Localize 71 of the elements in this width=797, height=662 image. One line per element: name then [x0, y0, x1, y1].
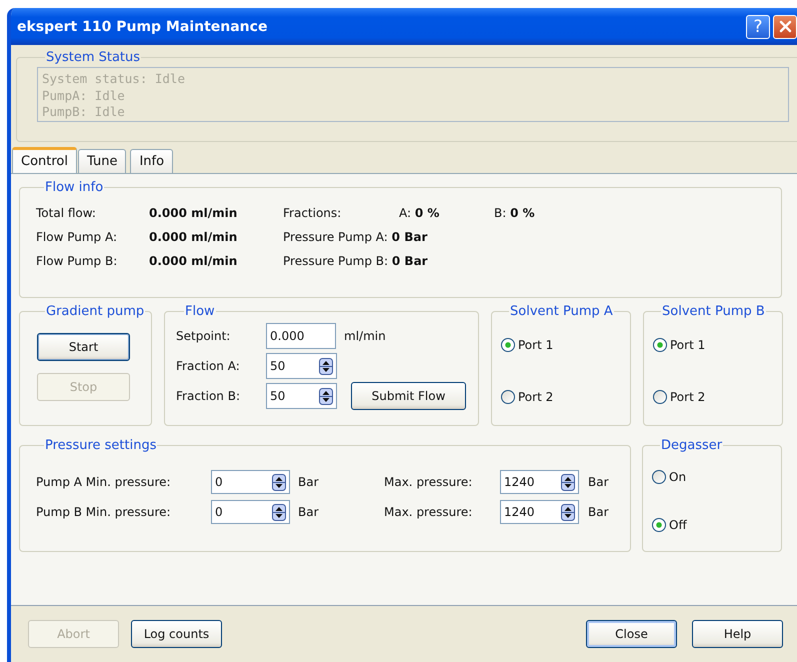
spinner-icon[interactable]	[272, 504, 286, 520]
unit-label: Bar	[588, 505, 609, 519]
field-label: Max. pressure:	[384, 505, 474, 519]
unit-label: ml/min	[344, 329, 386, 343]
group-title: System Status	[45, 50, 142, 65]
info-text: Pressure Pump B: 0 Bar	[283, 254, 428, 268]
radio-button[interactable]	[501, 338, 515, 352]
submit-button[interactable]: Submit Flow	[351, 382, 466, 410]
radio-button[interactable]	[501, 390, 515, 404]
radio-option[interactable]: Port 2	[501, 387, 630, 407]
unit-label: Bar	[588, 475, 609, 489]
group-title: Pressure settings	[44, 438, 158, 453]
info-text: Pressure Pump A: 0 Bar	[283, 230, 428, 244]
field-value: 0.000 ml/min	[149, 254, 238, 268]
spinner-icon[interactable]	[272, 474, 286, 490]
info-text: Fractions:	[283, 206, 342, 220]
dialog-button[interactable]: Help	[692, 620, 783, 648]
close-icon	[778, 20, 792, 33]
field-label: Setpoint:	[176, 329, 232, 343]
pump-button[interactable]: Start	[37, 333, 130, 361]
spinner-icon[interactable]	[319, 358, 333, 374]
close-button[interactable]	[773, 14, 797, 38]
field-value: 0.000 ml/min	[149, 206, 238, 220]
field-label: Pump A Min. pressure:	[36, 475, 172, 489]
unit-label: Bar	[298, 505, 320, 519]
field-label: Flow Pump A:	[36, 230, 118, 244]
spin-field[interactable]: 50	[266, 353, 337, 379]
group-title: Flow info	[44, 180, 104, 195]
radio-option[interactable]: Port 2	[653, 387, 782, 407]
radio-button[interactable]	[652, 470, 666, 484]
radio-option[interactable]: Port 1	[501, 335, 630, 355]
radio-button[interactable]	[653, 338, 667, 352]
radio-option[interactable]: Port 1	[653, 335, 782, 355]
radio-option[interactable]: Off	[652, 515, 781, 535]
info-text: B: 0 %	[494, 206, 535, 220]
field-label: Fraction A:	[176, 359, 241, 373]
radio-button[interactable]	[653, 390, 667, 404]
spinner-icon[interactable]	[561, 504, 575, 520]
group-title: Solvent Pump B	[661, 304, 766, 319]
status-line: PumpA: Idle	[42, 88, 126, 104]
radio-button[interactable]	[652, 518, 666, 532]
spin-field[interactable]: 1240	[500, 500, 579, 524]
radio-option[interactable]: On	[652, 467, 781, 487]
tab[interactable]: Info	[130, 149, 174, 173]
group-title: Solvent Pump A	[509, 304, 614, 319]
status-line: PumpB: Idle	[42, 104, 126, 120]
spin-field[interactable]: 50	[266, 383, 337, 409]
group-title: Degasser	[660, 438, 724, 453]
status-line: System status: Idle	[42, 71, 186, 88]
field-label: Flow Pump B:	[36, 254, 118, 268]
spin-field[interactable]: 1240	[500, 470, 579, 494]
dialog-button[interactable]: Close	[586, 620, 677, 648]
field-label: Max. pressure:	[384, 475, 474, 489]
spinner-icon[interactable]	[561, 474, 575, 490]
help-button[interactable]: ?	[746, 14, 770, 38]
spinner-icon[interactable]	[319, 388, 333, 404]
field-label: Fraction B:	[176, 389, 241, 403]
spin-field[interactable]: 0	[211, 500, 290, 524]
input-field[interactable]: 0.000	[266, 323, 336, 349]
group-title: Gradient pump	[45, 304, 146, 319]
field-value: 0.000 ml/min	[149, 230, 238, 244]
info-text: A: 0 %	[399, 206, 440, 220]
field-label: Pump B Min. pressure:	[36, 505, 172, 519]
field-label: Total flow:	[36, 206, 97, 220]
unit-label: Bar	[298, 475, 320, 489]
spin-field[interactable]: 0	[211, 470, 290, 494]
window-title: ekspert 110 Pump Maintenance	[17, 18, 268, 34]
tab[interactable]: Tune	[78, 149, 126, 173]
tab[interactable]: Control	[12, 147, 77, 173]
group-title: Flow	[184, 304, 216, 319]
dialog-button[interactable]: Log counts	[131, 620, 222, 648]
